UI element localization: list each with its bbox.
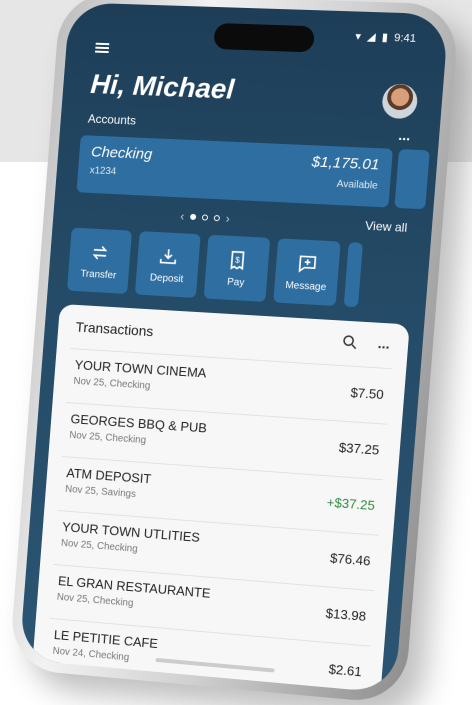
transaction-merchant: ATM DEPOSIT — [66, 465, 152, 486]
avatar[interactable] — [381, 83, 418, 119]
chevron-left-icon[interactable]: ‹ — [180, 209, 185, 223]
quick-actions: Transfer Deposit $ Pay Message — [67, 228, 363, 308]
account-balance-label: Available — [336, 179, 378, 192]
signal-icon: ◢ — [367, 30, 377, 43]
transfer-label: Transfer — [80, 268, 117, 281]
message-label: Message — [285, 279, 327, 292]
transfer-icon — [89, 241, 112, 264]
app-screen: ▾ ◢ ▮ 9:41 Hi, Michael Accounts ... Chec… — [19, 2, 449, 693]
transaction-amount: $37.25 — [338, 440, 380, 458]
status-bar: ▾ ◢ ▮ 9:41 — [355, 30, 417, 45]
view-all-link[interactable]: View all — [365, 219, 408, 235]
account-name: Checking — [91, 144, 153, 164]
svg-text:$: $ — [235, 255, 241, 264]
pager-dot[interactable] — [202, 214, 208, 220]
transaction-amount: $2.61 — [328, 661, 362, 679]
message-button[interactable]: Message — [273, 238, 340, 306]
camera-notch — [213, 23, 315, 53]
wifi-icon: ▾ — [355, 30, 362, 43]
transaction-meta: Nov 25, Checking — [73, 376, 151, 392]
battery-icon: ▮ — [381, 31, 388, 44]
pager-dot-active[interactable] — [190, 214, 196, 220]
deposit-icon — [157, 245, 180, 268]
accounts-more-button[interactable]: ... — [398, 127, 411, 144]
account-card-next[interactable] — [394, 149, 429, 209]
transactions-list: YOUR TOWN CINEMA Nov 25, Checking $7.50 … — [32, 347, 406, 693]
chevron-right-icon[interactable]: › — [225, 212, 230, 226]
status-time: 9:41 — [394, 32, 417, 45]
phone-mockup: ▾ ◢ ▮ 9:41 Hi, Michael Accounts ... Chec… — [9, 0, 460, 705]
action-next[interactable] — [344, 242, 363, 307]
phone-frame: ▾ ◢ ▮ 9:41 Hi, Michael Accounts ... Chec… — [9, 0, 460, 705]
transaction-meta: Nov 25, Savings — [65, 484, 137, 500]
transaction-amount: $7.50 — [350, 385, 384, 402]
pay-label: Pay — [227, 276, 245, 288]
account-card-checking[interactable]: Checking x1234 $1,175.01 Available — [76, 135, 392, 207]
deposit-label: Deposit — [150, 272, 184, 285]
transaction-meta: Nov 25, Checking — [61, 538, 138, 555]
transactions-more-button[interactable]: ... — [377, 335, 390, 352]
message-icon — [296, 252, 320, 275]
menu-icon[interactable] — [95, 41, 110, 55]
transaction-amount: $13.98 — [325, 606, 366, 624]
transaction-amount: $76.46 — [330, 550, 372, 568]
search-icon[interactable] — [340, 333, 360, 352]
transaction-amount: +$37.25 — [326, 494, 375, 513]
pager-dot[interactable] — [214, 215, 220, 221]
transaction-meta: Nov 24, Checking — [52, 646, 129, 664]
transaction-meta: Nov 25, Checking — [56, 592, 133, 609]
account-balance: $1,175.01 — [311, 153, 380, 173]
transactions-title: Transactions — [75, 319, 154, 340]
deposit-button[interactable]: Deposit — [135, 231, 201, 298]
account-pager: ‹ › — [180, 209, 231, 225]
greeting: Hi, Michael — [89, 68, 235, 105]
transactions-panel: Transactions ... YOUR TOWN CINEMA Nov 25… — [32, 304, 410, 694]
transaction-meta: Nov 25, Checking — [69, 430, 147, 446]
account-number: x1234 — [89, 165, 116, 177]
pay-button[interactable]: $ Pay — [204, 235, 271, 302]
transfer-button[interactable]: Transfer — [67, 228, 132, 294]
pay-icon: $ — [226, 248, 250, 271]
accounts-label: Accounts — [87, 112, 136, 128]
